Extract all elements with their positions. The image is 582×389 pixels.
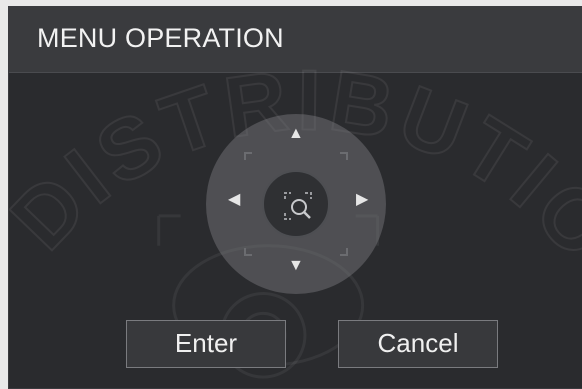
pad-corner [340,248,348,256]
dialog-title: MENU OPERATION [37,23,284,53]
cancel-button[interactable]: Cancel [338,320,498,368]
enter-button[interactable]: Enter [126,320,286,368]
arrow-up-icon[interactable]: ▲ [288,126,304,142]
menu-operation-dialog: MENU OPERATION DISTRIBUTION ▲ ▼ ◀ ▶ [8,6,582,389]
arrow-down-icon[interactable]: ▼ [288,258,304,274]
pad-corner [340,152,348,160]
zoom-search-icon [284,192,312,220]
pad-corner [244,248,252,256]
direction-pad: ▲ ▼ ◀ ▶ [206,114,386,294]
zoom-center-button[interactable] [262,170,330,238]
arrow-right-icon[interactable]: ▶ [356,192,368,208]
dialog-titlebar: MENU OPERATION [9,7,582,73]
arrow-left-icon[interactable]: ◀ [228,192,240,208]
pad-corner [244,152,252,160]
